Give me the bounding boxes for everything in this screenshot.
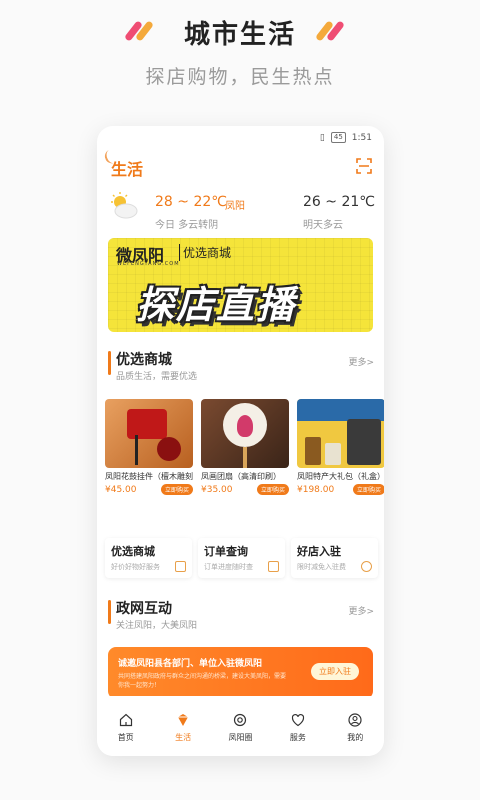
tab-mine[interactable]: 我的 — [330, 713, 380, 743]
mall-section-subtitle: 品质生活，需要优选 — [116, 372, 198, 382]
weather-tomorrow-temp: 26 ~ 21℃ — [303, 194, 375, 210]
status-time: 1:51 — [351, 132, 372, 143]
scan-icon[interactable] — [356, 158, 372, 174]
order-icon — [268, 561, 279, 572]
product-name: 凤阳花鼓挂件（檀木雕刻） — [105, 472, 193, 481]
tab-label: 生活 — [175, 733, 192, 742]
tab-home[interactable]: 首页 — [101, 713, 151, 743]
shop-icon — [175, 561, 186, 572]
section-accent-bar — [108, 351, 111, 375]
product-image — [297, 399, 384, 468]
tab-life[interactable]: 生活 — [158, 713, 208, 743]
partly-cloudy-icon — [111, 192, 138, 219]
product-list: 凤阳花鼓挂件（檀木雕刻） ¥45.00 立即购买 凤画团扇（高清印刷） ¥35.… — [105, 399, 384, 495]
product-price: ¥45.00 — [105, 484, 137, 495]
quick-entry-row: 优选商城 好价好物好服务 订单查询 订单进度随时查 好店入驻 限时减免入驻费 — [105, 538, 378, 578]
weather-tomorrow-desc: 明天多云 — [303, 220, 343, 231]
page-title: 生活 — [111, 160, 144, 179]
quick-card-title: 好店入驻 — [297, 545, 341, 558]
home-icon — [119, 713, 132, 727]
gov-card-title: 诚邀凤阳县各部门、单位入驻微凤阳 — [118, 659, 263, 669]
battery-indicator: 45 — [330, 132, 346, 143]
tab-label: 凤阳圈 — [228, 733, 253, 742]
weather-city[interactable]: 凤阳 — [225, 197, 245, 212]
gov-card-subtitle: 共同搭建凤阳政府与群众之间沟通的桥梁，建设大美凤阳，需要你我一起努力！ — [118, 673, 287, 689]
gov-invite-card[interactable]: 诚邀凤阳县各部门、单位入驻微凤阳 共同搭建凤阳政府与群众之间沟通的桥梁，建设大美… — [108, 647, 373, 699]
weather-today-desc: 今日 多云转阴 — [155, 220, 219, 231]
quick-card-title: 订单查询 — [204, 545, 248, 558]
vibrate-icon: ▯ — [319, 132, 325, 143]
life-icon — [178, 714, 189, 726]
product-price: ¥198.00 — [297, 484, 335, 495]
tab-service[interactable]: 服务 — [273, 713, 323, 743]
buy-now-button[interactable]: 立即购买 — [256, 484, 289, 495]
product-card[interactable]: 凤阳花鼓挂件（檀木雕刻） ¥45.00 立即购买 — [105, 399, 193, 495]
promo-title: 城市生活 — [183, 20, 296, 50]
banner-headline: 探店直播 — [136, 283, 297, 327]
banner-brand-url: WEFENGYANG.COM — [117, 261, 180, 267]
tab-label: 首页 — [117, 733, 134, 742]
tab-circle[interactable]: 凤阳圈 — [215, 713, 265, 743]
product-image — [201, 399, 289, 468]
product-name: 凤阳特产大礼包（礼盒） — [297, 472, 384, 481]
join-now-button[interactable]: 立即入驻 — [311, 663, 359, 680]
section-accent-bar — [108, 600, 111, 624]
status-bar: ▯ 45 1:51 — [320, 132, 372, 143]
heart-icon — [291, 713, 304, 727]
buy-now-button[interactable]: 立即购买 — [352, 484, 384, 495]
mall-section-title: 优选商城 — [116, 352, 172, 368]
buy-now-button[interactable]: 立即购买 — [160, 484, 193, 495]
banner-tag: 优选商城 — [179, 244, 231, 261]
bottom-tab-bar: 首页 生活 凤阳圈 服务 我的 — [97, 696, 384, 756]
gov-section-title: 政网互动 — [116, 601, 172, 617]
weather-today-temp: 28 ~ 22℃ — [155, 194, 227, 210]
product-image — [105, 399, 193, 468]
decor-strokes-right — [314, 20, 346, 42]
product-name: 凤画团扇（高清印刷） — [201, 472, 281, 481]
quick-card-orders[interactable]: 订单查询 订单进度随时查 — [198, 538, 285, 578]
user-icon — [348, 713, 362, 727]
product-card[interactable]: 凤阳特产大礼包（礼盒） ¥198.00 立即购买 — [297, 399, 384, 495]
tab-label: 服务 — [289, 733, 306, 742]
promo-banner[interactable]: 微凤阳 WEFENGYANG.COM 优选商城 探店直播 — [108, 238, 373, 332]
quick-card-store[interactable]: 好店入驻 限时减免入驻费 — [291, 538, 378, 578]
circle-icon — [234, 713, 247, 727]
product-card[interactable]: 凤画团扇（高清印刷） ¥35.00 立即购买 — [201, 399, 289, 495]
quick-card-title: 优选商城 — [111, 545, 155, 558]
promo-subtitle: 探店购物，民生热点 — [145, 66, 335, 88]
phone-frame: ▯ 45 1:51 生活 28 ~ 22℃ 凤阳 今日 多云转阴 26 ~ 21… — [97, 126, 384, 756]
product-price: ¥35.00 — [201, 484, 233, 495]
tab-label: 我的 — [347, 733, 364, 742]
quick-card-mall[interactable]: 优选商城 好价好物好服务 — [105, 538, 192, 578]
mall-more-link[interactable]: 更多> — [348, 355, 374, 368]
gov-section-subtitle: 关注凤阳，大美凤阳 — [116, 621, 198, 631]
store-icon — [361, 561, 372, 572]
gov-more-link[interactable]: 更多> — [348, 604, 374, 617]
